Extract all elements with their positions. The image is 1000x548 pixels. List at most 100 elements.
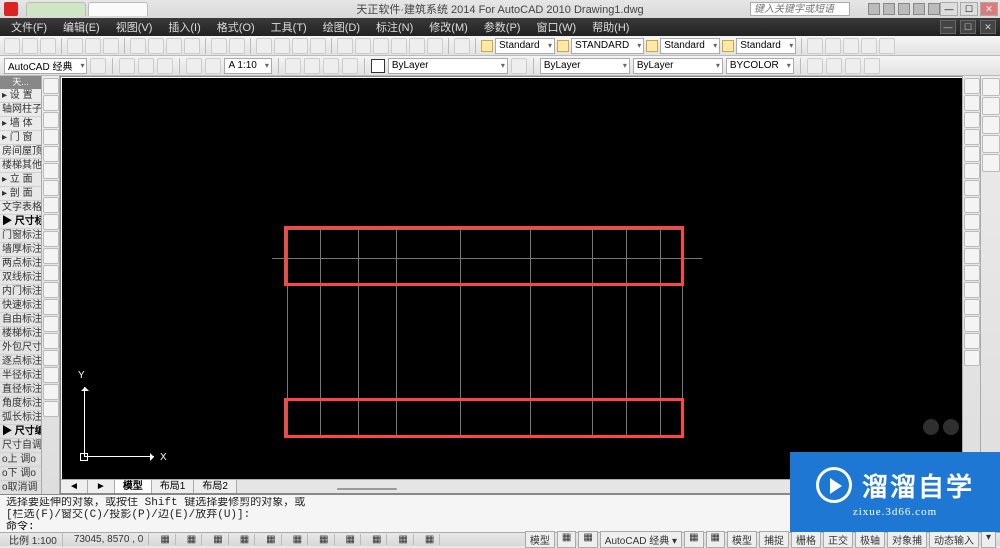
- panel-item[interactable]: 快速标注: [0, 299, 41, 313]
- panel-item[interactable]: 半径标注: [0, 369, 41, 383]
- menu-view[interactable]: 视图(V): [109, 18, 160, 36]
- group-button[interactable]: [845, 58, 861, 74]
- status-toggle[interactable]: ▦: [235, 534, 255, 545]
- scale-tool[interactable]: [964, 197, 980, 213]
- menu-modify[interactable]: 修改(M): [422, 18, 475, 36]
- pan-button[interactable]: [256, 38, 272, 54]
- trim-tool[interactable]: [964, 231, 980, 247]
- panel-item[interactable]: 弧长标注: [0, 411, 41, 425]
- tab-nav-next[interactable]: ►: [88, 480, 115, 493]
- panel-item[interactable]: ▸ 设 置: [0, 89, 41, 103]
- match-button[interactable]: [184, 38, 200, 54]
- stretch-tool[interactable]: [964, 214, 980, 230]
- insert-button[interactable]: [825, 38, 841, 54]
- panel-item[interactable]: ▶ 尺寸标注: [0, 215, 41, 229]
- copy-button[interactable]: [148, 38, 164, 54]
- offset-tool[interactable]: [964, 129, 980, 145]
- status-toggle[interactable]: ▦: [393, 534, 413, 545]
- menu-tools[interactable]: 工具(T): [264, 18, 314, 36]
- panel-item[interactable]: 楼梯其他: [0, 159, 41, 173]
- status-button[interactable]: 模型: [727, 531, 757, 548]
- panel-item[interactable]: o取消调: [0, 481, 41, 494]
- polygon-tool[interactable]: [43, 129, 59, 145]
- exchange-icon[interactable]: [898, 3, 910, 15]
- layer-states-button[interactable]: [157, 58, 173, 74]
- join-tool[interactable]: [964, 299, 980, 315]
- layer-off-button[interactable]: [285, 58, 301, 74]
- addsel-tool[interactable]: [43, 401, 59, 417]
- status-button[interactable]: ▾: [981, 531, 996, 548]
- status-button[interactable]: 捕捉: [759, 531, 789, 548]
- panel-item[interactable]: ▸ 门 窗: [0, 131, 41, 145]
- anno-scale-selector[interactable]: A 1:10: [224, 58, 271, 74]
- menu-edit[interactable]: 编辑(E): [56, 18, 107, 36]
- tab-model[interactable]: 模型: [115, 480, 152, 493]
- layer-manager-button[interactable]: [119, 58, 135, 74]
- xline-tool[interactable]: [43, 95, 59, 111]
- doc-minimize-button[interactable]: —: [940, 20, 956, 34]
- status-button[interactable]: 正交: [823, 531, 853, 548]
- help-search-input[interactable]: [750, 2, 850, 16]
- panel-item[interactable]: ▸ 立 面: [0, 173, 41, 187]
- infocenter-icon[interactable]: [868, 3, 880, 15]
- menu-window[interactable]: 窗口(W): [529, 18, 583, 36]
- hatch-tool[interactable]: [43, 316, 59, 332]
- status-toggle[interactable]: ▦: [420, 534, 440, 545]
- status-button[interactable]: ▦: [578, 531, 597, 548]
- point-tool[interactable]: [43, 299, 59, 315]
- minimize-button[interactable]: —: [940, 2, 958, 16]
- text-style-selector[interactable]: Standard: [495, 38, 555, 54]
- break-point-tool[interactable]: [964, 265, 980, 281]
- close-button[interactable]: ✕: [980, 2, 998, 16]
- panel-item[interactable]: 直径标注: [0, 383, 41, 397]
- menu-format[interactable]: 格式(O): [210, 18, 262, 36]
- doc-restore-button[interactable]: ☐: [960, 20, 976, 34]
- qat-tab[interactable]: [26, 2, 86, 16]
- status-toggle[interactable]: ▦: [155, 534, 175, 545]
- status-button[interactable]: 动态输入: [929, 531, 979, 548]
- array-tool[interactable]: [964, 146, 980, 162]
- viewport-button[interactable]: [186, 58, 202, 74]
- status-toggle[interactable]: ▦: [182, 534, 202, 545]
- pline-tool[interactable]: [43, 112, 59, 128]
- table-style-selector[interactable]: Standard: [660, 38, 720, 54]
- plot-preview-button[interactable]: [85, 38, 101, 54]
- panel-item[interactable]: ▶ 尺寸编辑: [0, 425, 41, 439]
- status-button[interactable]: ▦: [557, 531, 576, 548]
- design-center-button[interactable]: [355, 38, 371, 54]
- image-button[interactable]: [861, 38, 877, 54]
- chamfer-tool[interactable]: [964, 316, 980, 332]
- tab-layout2[interactable]: 布局2: [194, 480, 237, 493]
- ellipse-arc-tool[interactable]: [43, 248, 59, 264]
- ungroup-button[interactable]: [864, 58, 880, 74]
- panel-header[interactable]: 天...: [0, 76, 41, 89]
- panel-item[interactable]: 自由标注: [0, 313, 41, 327]
- zoom-button[interactable]: [274, 38, 290, 54]
- navbar-orbit-icon[interactable]: [982, 135, 1000, 153]
- layer-lock-button[interactable]: [323, 58, 339, 74]
- qat-tab[interactable]: [88, 2, 148, 16]
- status-toggle[interactable]: ▦: [208, 534, 228, 545]
- maximize-button[interactable]: ☐: [960, 2, 978, 16]
- gradient-tool[interactable]: [43, 333, 59, 349]
- panel-item[interactable]: ▸ 墙 体: [0, 117, 41, 131]
- qcalc-button[interactable]: [427, 38, 443, 54]
- status-button[interactable]: ▦: [706, 531, 725, 548]
- paste-button[interactable]: [166, 38, 182, 54]
- menu-file[interactable]: 文件(F): [4, 18, 54, 36]
- tool-palettes-button[interactable]: [373, 38, 389, 54]
- status-toggle[interactable]: ▦: [314, 534, 334, 545]
- status-scale[interactable]: 比例 1:100: [4, 532, 63, 547]
- dim-style-selector[interactable]: STANDARD: [571, 38, 644, 54]
- panel-item[interactable]: 两点标注: [0, 257, 41, 271]
- region-tool[interactable]: [43, 350, 59, 366]
- status-toggle[interactable]: ▦: [261, 534, 281, 545]
- table-tool[interactable]: [43, 367, 59, 383]
- status-button[interactable]: 对象捕: [887, 531, 927, 548]
- doc-close-button[interactable]: ✕: [980, 20, 996, 34]
- menu-insert[interactable]: 插入(I): [161, 18, 207, 36]
- rotate-tool[interactable]: [964, 180, 980, 196]
- cut-button[interactable]: [130, 38, 146, 54]
- erase-tool[interactable]: [964, 78, 980, 94]
- move-tool[interactable]: [964, 163, 980, 179]
